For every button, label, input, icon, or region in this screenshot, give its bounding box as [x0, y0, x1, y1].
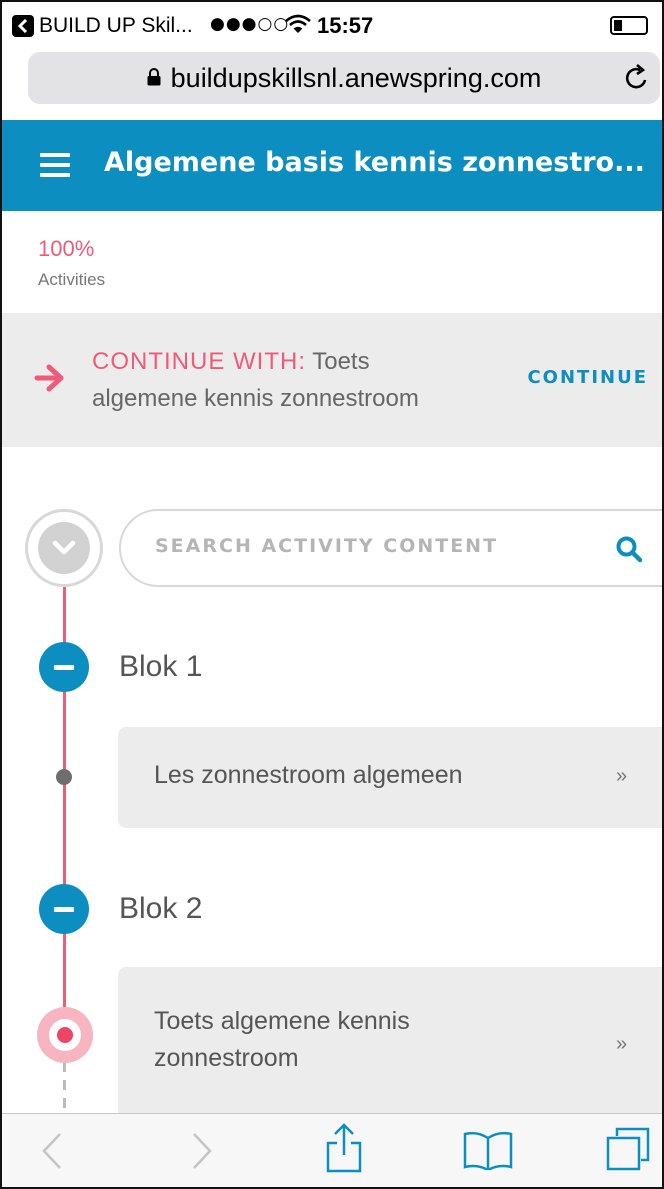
back-to-app-button[interactable]: BUILD UP Skil... [12, 14, 193, 38]
progress-label: Activities [38, 270, 106, 289]
forward-icon[interactable] [190, 1130, 214, 1172]
collapse-all-button[interactable] [25, 509, 103, 587]
continue-text: CONTINUE WITH: Toets algemene kennis zon… [92, 343, 452, 417]
status-time: 15:57 [317, 13, 374, 38]
wifi-icon [285, 14, 311, 33]
activity-label: Les zonnestroom algemeen [154, 761, 463, 789]
search-icon[interactable] [615, 535, 643, 563]
timeline-current-node [37, 1007, 93, 1063]
progress-percent: 100% [38, 236, 95, 261]
back-icon[interactable] [40, 1130, 64, 1172]
activity-card[interactable]: Les zonnestroom algemeen » [118, 727, 662, 828]
menu-icon[interactable] [40, 153, 70, 177]
continue-banner: CONTINUE WITH: Toets algemene kennis zon… [2, 313, 662, 447]
battery-icon [610, 16, 648, 35]
signal-strength: ●●●○○ [210, 14, 290, 34]
chevron-right-icon: » [616, 1033, 628, 1055]
search-input[interactable] [155, 535, 575, 557]
block-title: Blok 2 [119, 892, 203, 925]
block-1-collapse-button[interactable] [39, 642, 89, 692]
back-app-label: BUILD UP Skil... [39, 14, 193, 37]
continue-prefix: CONTINUE WITH: [92, 348, 306, 375]
tabs-icon[interactable] [605, 1126, 651, 1172]
page-title: Algemene basis kennis zonnestro... [104, 147, 645, 178]
chevron-down-icon [52, 540, 76, 555]
activity-card[interactable]: Toets algemene kennis zonnestroom » [118, 967, 662, 1123]
browser-toolbar [2, 1113, 662, 1187]
continue-button[interactable]: CONTINUE [527, 367, 648, 388]
app-frame: BUILD UP Skil... ●●●○○ 15:57 buildupskil… [0, 0, 664, 1189]
back-app-icon [12, 15, 34, 37]
share-icon[interactable] [326, 1123, 362, 1173]
block-title: Blok 1 [119, 650, 203, 683]
minus-icon [54, 906, 74, 912]
lock-icon [147, 68, 161, 86]
timeline-node [56, 769, 72, 785]
bookmarks-icon[interactable] [463, 1130, 513, 1170]
search-box [119, 509, 662, 587]
activity-label: Toets algemene kennis zonnestroom [154, 1007, 410, 1072]
chevron-right-icon: » [616, 765, 628, 787]
arrow-right-icon [34, 364, 64, 392]
reload-icon[interactable] [624, 63, 650, 91]
status-bar: BUILD UP Skil... ●●●○○ 15:57 [2, 2, 662, 46]
app-header: Algemene basis kennis zonnestro... [2, 120, 662, 211]
block-2-collapse-button[interactable] [39, 884, 89, 934]
url-text: buildupskillsnl.anewspring.com [170, 63, 542, 93]
address-bar[interactable]: buildupskillsnl.anewspring.com [28, 52, 660, 104]
minus-icon [54, 664, 74, 670]
